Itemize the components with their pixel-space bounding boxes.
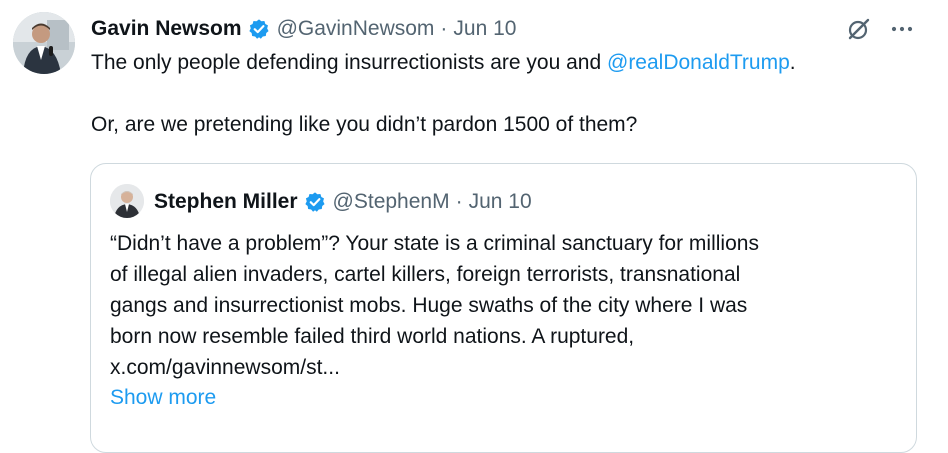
- quoted-author-handle[interactable]: @StephenM: [333, 190, 450, 214]
- more-icon[interactable]: [889, 16, 915, 47]
- quoted-text-line: born now resemble failed third world nat…: [110, 325, 635, 348]
- quoted-separator-dot: ·: [455, 190, 463, 213]
- quoted-avatar[interactable]: [110, 184, 144, 218]
- quoted-text-line: of illegal alien invaders, cartel killer…: [110, 263, 741, 286]
- author-name[interactable]: Gavin Newsom: [91, 17, 242, 41]
- quoted-tweet-card[interactable]: Stephen Miller @StephenM · Jun 10 “Didn’…: [90, 163, 917, 453]
- quoted-text-line: gangs and insurrectionist mobs. Huge swa…: [110, 294, 748, 317]
- tweet-text: The only people defending insurrectionis…: [91, 47, 931, 140]
- separator-dot: ·: [440, 17, 448, 40]
- tweet-text-part-2: .: [789, 51, 796, 74]
- tweet-text-line-2: Or, are we pretending like you didn’t pa…: [91, 113, 638, 136]
- quoted-author-name[interactable]: Stephen Miller: [154, 190, 298, 214]
- mention-link[interactable]: @realDonaldTrump: [607, 51, 790, 74]
- verified-badge-icon: [248, 18, 270, 40]
- tweet-date[interactable]: Jun 10: [453, 17, 516, 41]
- show-more-link[interactable]: Show more: [110, 386, 216, 410]
- quoted-header: Stephen Miller @StephenM · Jun 10: [154, 187, 532, 217]
- author-handle[interactable]: @GavinNewsom: [277, 17, 435, 41]
- tweet-text-part-1: The only people defending insurrectionis…: [91, 51, 607, 74]
- tweet-header: Gavin Newsom @GavinNewsom · Jun 10: [91, 14, 516, 44]
- grok-icon[interactable]: [846, 16, 872, 47]
- quoted-text: “Didn’t have a problem”? Your state is a…: [110, 228, 910, 383]
- avatar[interactable]: [13, 12, 75, 74]
- tweet-text-line-1: The only people defending insurrectionis…: [91, 47, 931, 78]
- quoted-verified-badge-icon: [304, 191, 326, 213]
- quoted-text-line: x.com/gavinnewsom/st...: [110, 356, 340, 379]
- quoted-date[interactable]: Jun 10: [469, 190, 532, 214]
- quoted-text-line: “Didn’t have a problem”? Your state is a…: [110, 232, 759, 255]
